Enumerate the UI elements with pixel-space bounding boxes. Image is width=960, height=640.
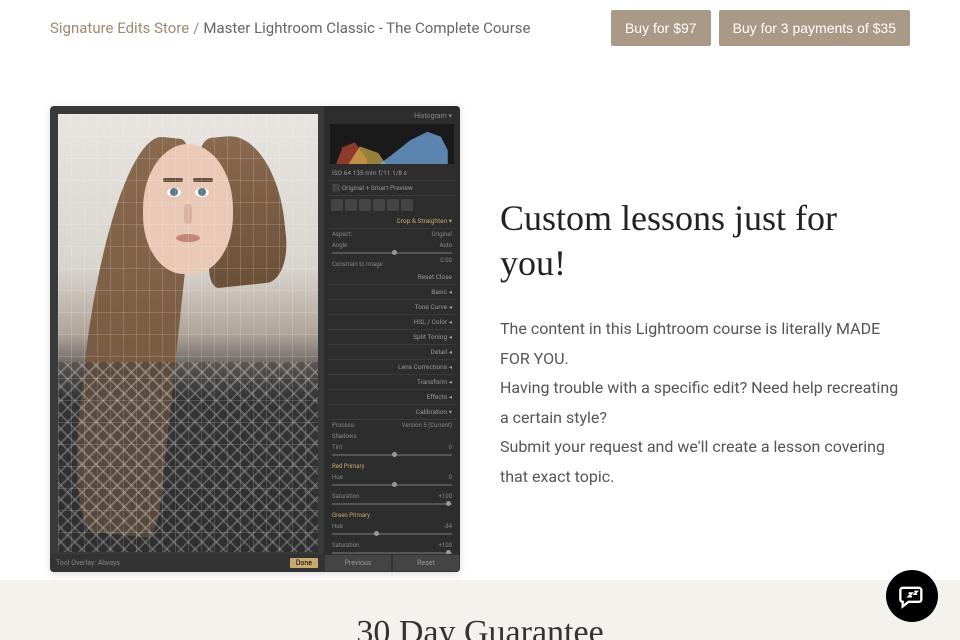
aspect-row: Aspect:Original: [328, 229, 456, 240]
tint-row: Tint0: [328, 442, 456, 461]
shadows-label: Shadows: [328, 431, 456, 442]
section-para-2: Having trouble with a specific edit? Nee…: [500, 373, 910, 432]
section-para-1: The content in this Lightroom course is …: [500, 314, 910, 373]
angle-row: AngleAuto0.00: [328, 240, 456, 259]
guarantee-section: 30 Day Guarantee: [0, 580, 960, 640]
hsl-panel: HSL / Color ◂: [328, 315, 456, 330]
tool-strip: [328, 196, 456, 214]
reset-close-row: Reset Close: [328, 270, 456, 285]
brush-tool-icon: [401, 199, 413, 211]
main-content: Histogram ▾ ISO 64 135 mm f/11 1/8 s ⬛ O…: [0, 56, 960, 602]
constrain-row: Constrain to Image: [328, 259, 456, 270]
buy-button-group: Buy for $97 Buy for 3 payments of $35: [611, 10, 910, 46]
reset-button: Reset: [392, 554, 460, 572]
preview-row: ⬛ Original + Smart Preview: [328, 181, 456, 196]
guarantee-heading: 30 Day Guarantee: [356, 614, 603, 640]
previous-button: Previous: [324, 554, 392, 572]
breadcrumb: Signature Edits Store / Master Lightroom…: [50, 19, 530, 37]
gradient-tool-icon: [373, 199, 385, 211]
chat-sleep-icon: [898, 582, 926, 610]
breadcrumb-course-title: Master Lightroom Classic - The Complete …: [203, 19, 530, 37]
green-hue-row: Hue-34: [328, 521, 456, 540]
lens-panel: Lens Corrections ◂: [328, 360, 456, 375]
split-panel: Split Toning ◂: [328, 330, 456, 345]
radial-tool-icon: [387, 199, 399, 211]
histogram-label: Histogram ▾: [328, 110, 456, 122]
lightroom-bottom-bar: Tool Overlay: Always Done: [50, 554, 324, 572]
section-para-3: Submit your request and we'll create a l…: [500, 432, 910, 491]
breadcrumb-store-link[interactable]: Signature Edits Store: [50, 19, 189, 37]
process-row: Process:Version 5 (Current): [328, 420, 456, 431]
lightroom-canvas: [58, 114, 318, 552]
section-heading: Custom lessons just for you!: [500, 196, 910, 286]
red-hue-row: Hue0: [328, 472, 456, 491]
crop-grid-overlay: [58, 114, 318, 552]
green-primary-label: Green Primary: [328, 510, 456, 521]
lightroom-screenshot: Histogram ▾ ISO 64 135 mm f/11 1/8 s ⬛ O…: [50, 106, 460, 572]
breadcrumb-separator: /: [193, 19, 199, 37]
exif-row: ISO 64 135 mm f/11 1/8 s: [328, 166, 456, 181]
transform-panel: Transform ◂: [328, 375, 456, 390]
tone-panel: Tone Curve ◂: [328, 300, 456, 315]
buy-plan-button[interactable]: Buy for 3 payments of $35: [719, 10, 910, 46]
red-sat-row: Saturation+100: [328, 491, 456, 510]
spot-tool-icon: [345, 199, 357, 211]
basic-panel: Basic ◂: [328, 285, 456, 300]
section-text: Custom lessons just for you! The content…: [500, 106, 910, 492]
redeye-tool-icon: [359, 199, 371, 211]
buy-full-button[interactable]: Buy for $97: [611, 10, 711, 46]
crop-panel-header: Crop & Straighten ▾: [328, 214, 456, 229]
done-button: Done: [290, 558, 318, 568]
detail-panel: Detail ◂: [328, 345, 456, 360]
effects-panel: Effects ◂: [328, 390, 456, 405]
previous-reset-bar: Previous Reset: [324, 554, 460, 572]
histogram: [330, 124, 454, 164]
lightroom-develop-panel: Histogram ▾ ISO 64 135 mm f/11 1/8 s ⬛ O…: [324, 106, 460, 572]
calibration-panel-header: Calibration ▾: [328, 405, 456, 420]
chat-widget-button[interactable]: [886, 570, 938, 622]
crop-tool-icon: [331, 199, 343, 211]
red-primary-label: Red Primary: [328, 461, 456, 472]
page-header: Signature Edits Store / Master Lightroom…: [0, 0, 960, 56]
